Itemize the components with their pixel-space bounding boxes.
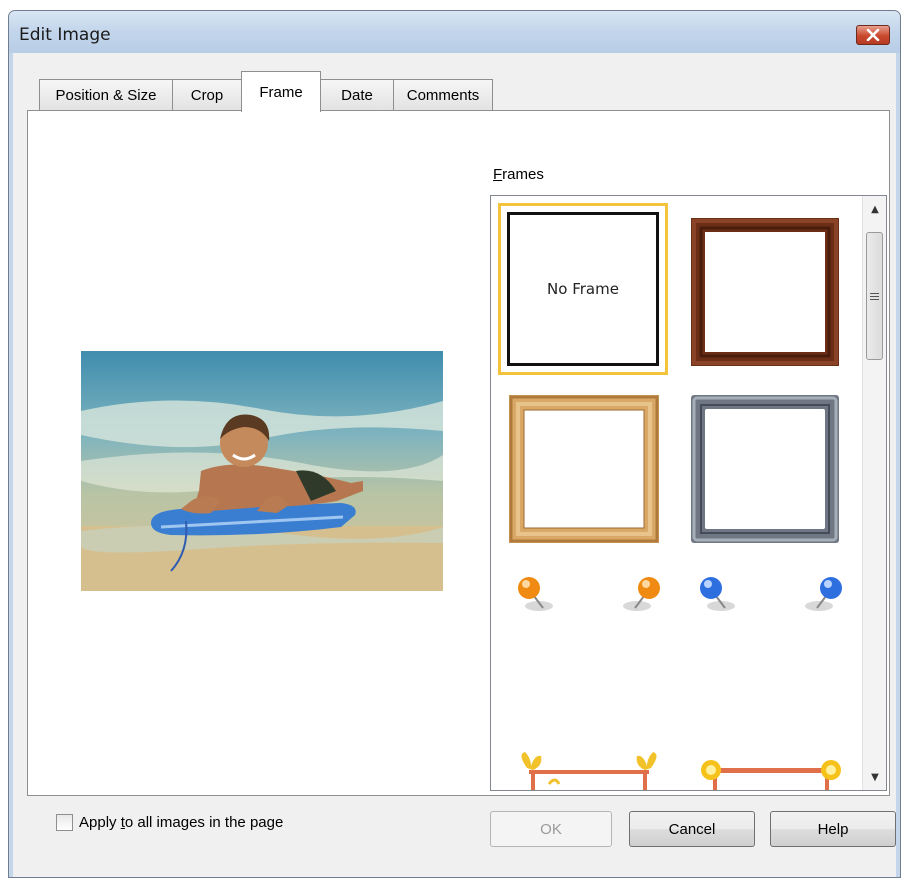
frame-option-orange-pins[interactable] (509, 566, 669, 626)
frame-option-light-wood[interactable] (509, 395, 659, 543)
close-button[interactable] (856, 25, 890, 45)
frames-scrollbar[interactable]: ▲ ▼ (862, 196, 886, 790)
tab-comments[interactable]: Comments (393, 79, 493, 111)
apply-to-all-row[interactable]: Apply to all images in the page (56, 811, 283, 833)
tab-frame[interactable]: Frame (241, 71, 321, 112)
flower-frame-icon (701, 760, 841, 790)
frame-option-flower[interactable] (691, 746, 851, 790)
frames-list[interactable]: No Frame ▲ ▼ (490, 195, 887, 791)
dark-wood-frame-icon (691, 218, 839, 366)
dialog-title: Edit Image (19, 25, 111, 45)
butterfly-frame-icon (521, 752, 657, 790)
orange-pins-icon (518, 577, 660, 611)
frame-tab-panel: Frames No Frame ▲ ▼ Apply to all images … (27, 110, 890, 831)
close-icon (866, 29, 880, 41)
frames-label: Frames (493, 166, 544, 183)
tab-date[interactable]: Date (320, 79, 394, 111)
dialog-client: Position & Size Crop Frame Date Comments (13, 53, 896, 877)
apply-to-all-label: Apply to all images in the page (79, 813, 284, 831)
title-bar[interactable]: Edit Image (9, 11, 900, 53)
frame-option-blue-pins[interactable] (691, 566, 851, 626)
scroll-down-button[interactable]: ▼ (863, 766, 886, 788)
light-wood-frame-icon (509, 395, 659, 543)
frame-option-dark-wood[interactable] (691, 218, 839, 366)
cancel-button[interactable]: Cancel (629, 811, 755, 847)
apply-to-all-checkbox[interactable] (56, 813, 73, 831)
edit-image-dialog: Edit Image Position & Size Crop Frame Da… (8, 10, 901, 878)
scroll-up-button[interactable]: ▲ (863, 198, 886, 220)
image-preview (81, 351, 443, 591)
metal-frame-icon (691, 395, 839, 543)
scroll-thumb[interactable] (866, 232, 883, 360)
frame-option-metal[interactable] (691, 395, 839, 543)
tab-crop[interactable]: Crop (172, 79, 242, 111)
frame-option-no-frame[interactable]: No Frame (498, 203, 668, 375)
ok-button[interactable]: OK (490, 811, 612, 847)
blue-pins-icon (700, 577, 842, 611)
tab-position-size[interactable]: Position & Size (39, 79, 173, 111)
scroll-up-icon: ▲ (871, 203, 879, 215)
help-button[interactable]: Help (770, 811, 896, 847)
grip-icon (870, 292, 879, 300)
scroll-down-icon: ▼ (871, 771, 879, 783)
frame-option-butterfly[interactable] (509, 746, 669, 790)
no-frame-label: No Frame (507, 212, 659, 366)
